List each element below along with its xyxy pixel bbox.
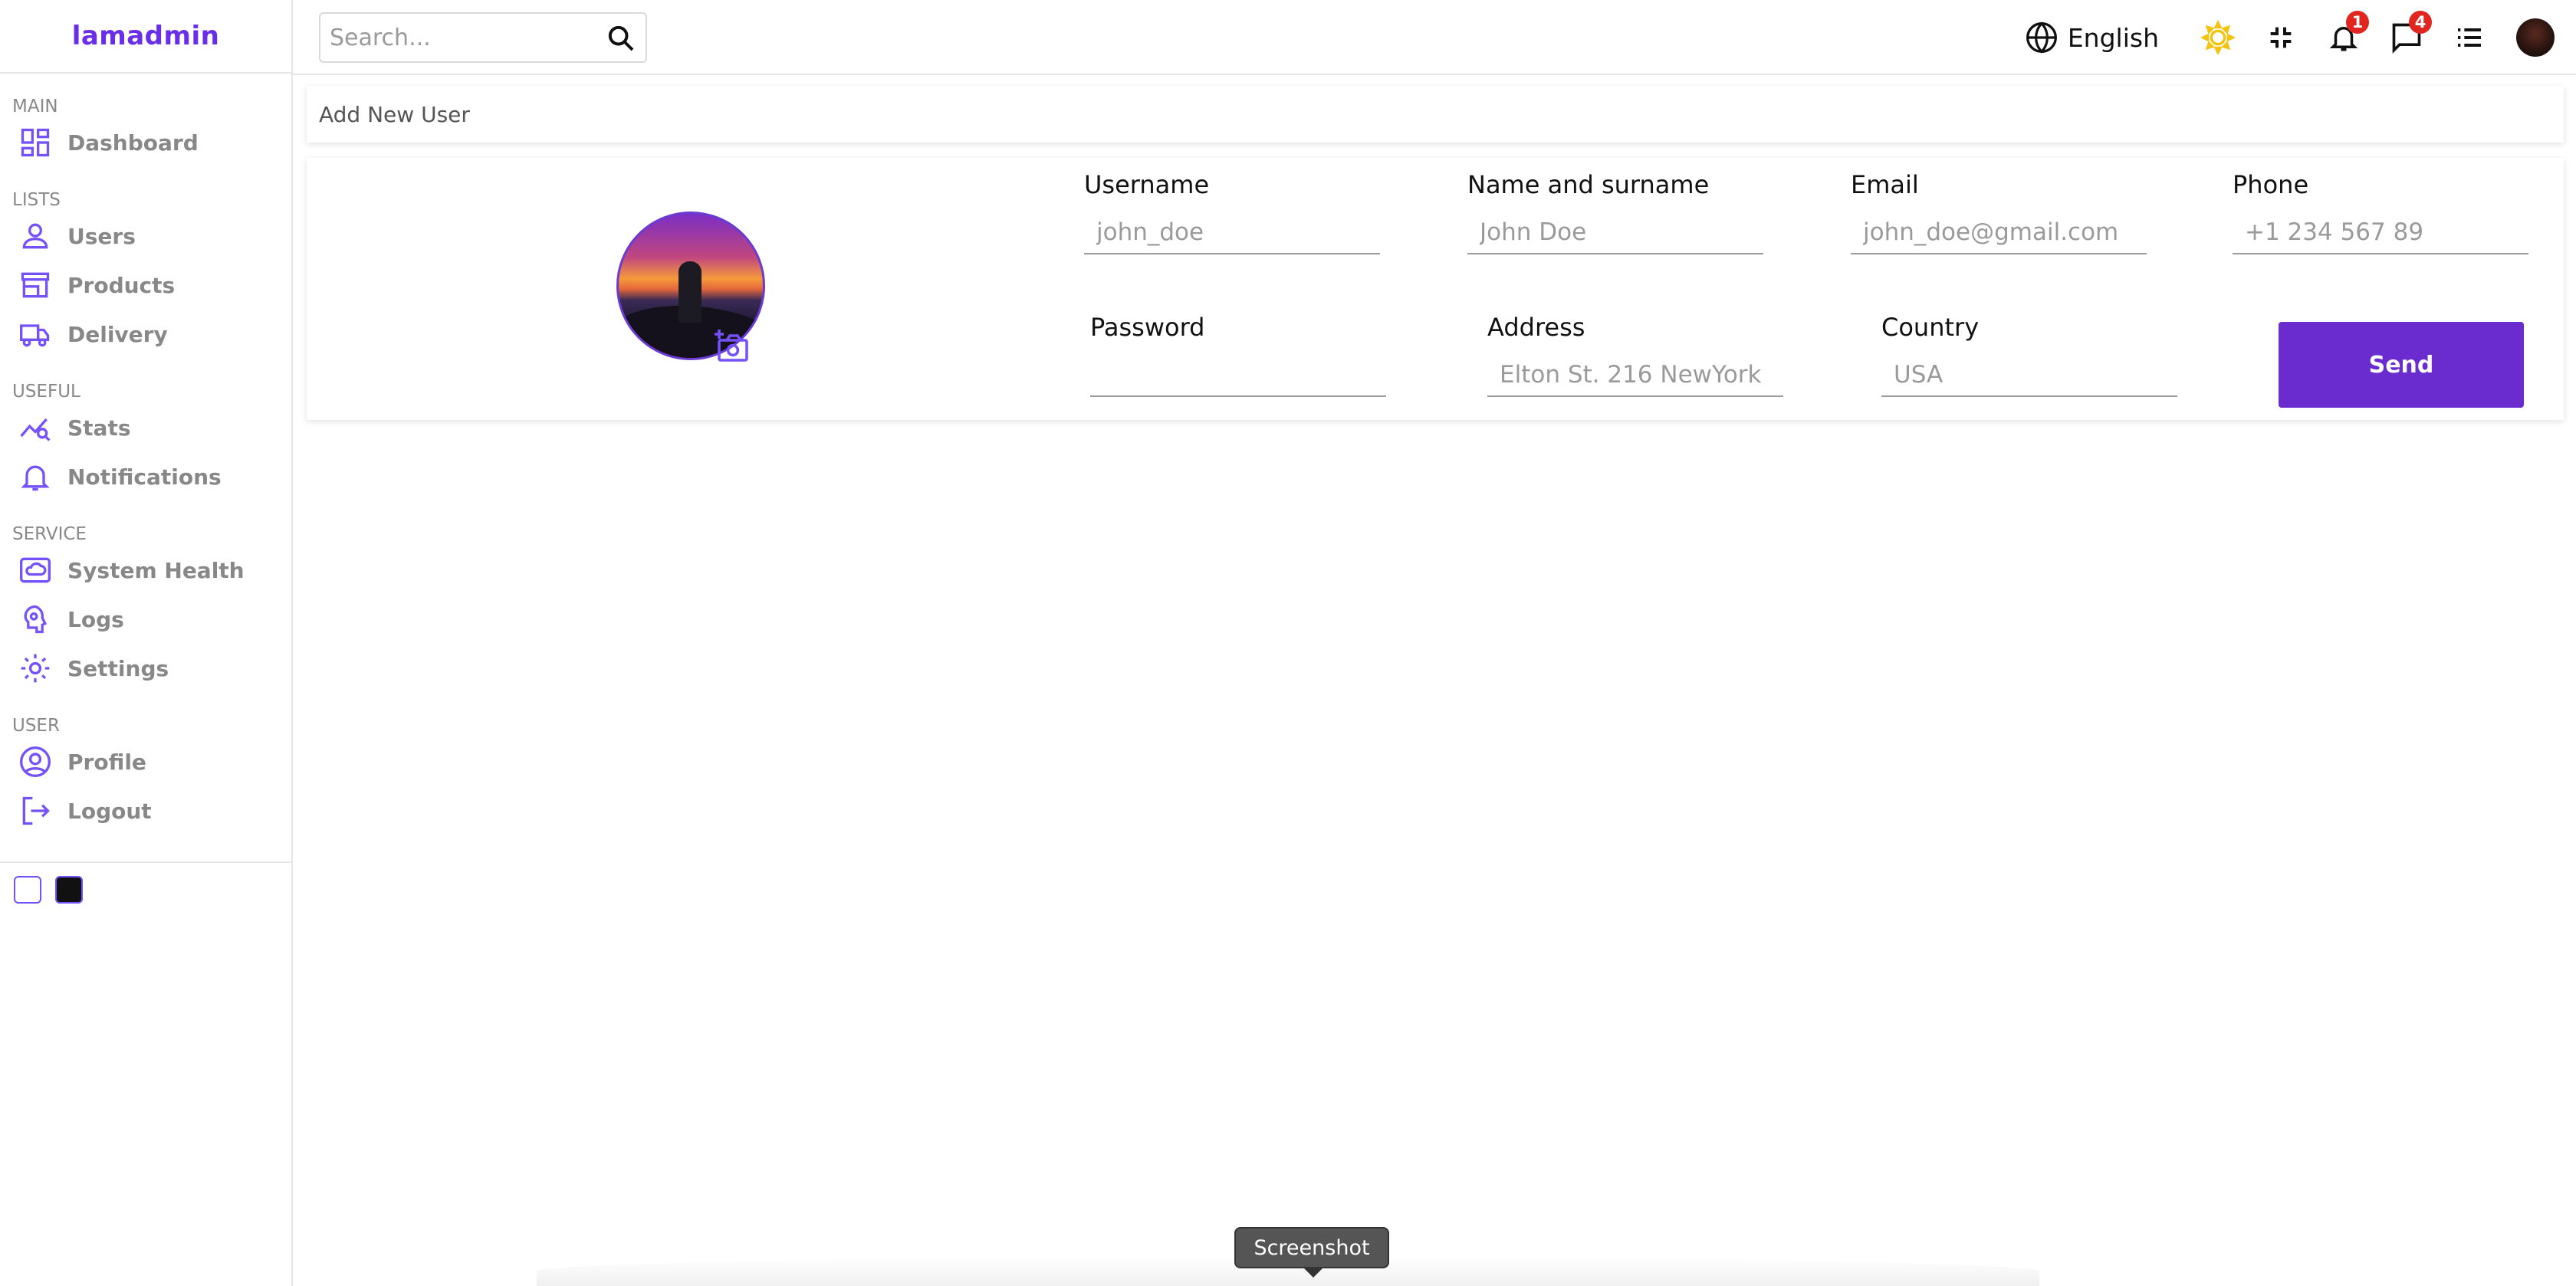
sidebar-item-label: Logout — [67, 798, 152, 824]
email-input[interactable] — [1851, 212, 2147, 254]
topbar-icons: English 1 4 — [2025, 0, 2576, 75]
add-photo-icon[interactable] — [713, 326, 750, 363]
notifications-badge: 1 — [2346, 11, 2369, 34]
name-surname-label: Name and surname — [1467, 170, 1710, 199]
logout-icon — [22, 796, 50, 825]
sidebar-item-label: Settings — [67, 655, 169, 681]
topbar: English 1 4 — [293, 0, 2576, 75]
search-icon[interactable] — [606, 23, 636, 57]
theme-switcher — [0, 861, 291, 917]
phone-label: Phone — [2233, 170, 2309, 199]
avatar[interactable] — [2516, 18, 2555, 57]
password-field: Password — [1090, 313, 1386, 397]
messages-button[interactable]: 4 — [2389, 11, 2432, 55]
fullscreen-exit-button[interactable] — [2263, 20, 2298, 55]
sun-icon — [2200, 20, 2236, 55]
sidebar-item-profile[interactable]: Profile — [0, 737, 291, 786]
phone-input[interactable] — [2233, 212, 2528, 254]
section-title-lists: LISTS — [12, 190, 61, 210]
sidebar-item-label: Users — [67, 223, 136, 249]
theme-toggle[interactable] — [2200, 20, 2236, 55]
phone-field: Phone — [2233, 170, 2528, 254]
dashboard-icon — [21, 128, 50, 157]
brain-icon — [24, 605, 48, 634]
username-label: Username — [1084, 170, 1210, 199]
address-input[interactable] — [1487, 354, 1783, 397]
country-field: Country — [1881, 313, 2177, 397]
truck-icon — [20, 324, 50, 347]
section-title-useful: USEFUL — [12, 382, 80, 402]
country-label: Country — [1881, 313, 1980, 342]
sidebar-item-delivery[interactable]: Delivery — [0, 310, 291, 359]
sidebar-item-system-health[interactable]: System Health — [0, 546, 291, 595]
email-field: Email — [1851, 170, 2147, 254]
sidebar-item-dashboard[interactable]: Dashboard — [0, 118, 291, 167]
person-icon — [22, 223, 48, 249]
language-selector[interactable]: English — [2025, 21, 2159, 54]
sidebar-item-label: Logs — [67, 606, 124, 632]
fullscreen-exit-icon — [2270, 27, 2292, 48]
search-input[interactable] — [328, 23, 592, 52]
sidebar-item-notifications[interactable]: Notifications — [0, 452, 291, 501]
account-circle-icon — [20, 746, 51, 777]
cloud-icon — [20, 557, 51, 583]
page-title-card: Add New User — [307, 86, 2564, 143]
sidebar-item-logs[interactable]: Logs — [0, 595, 291, 644]
logo[interactable]: lamadmin — [0, 0, 291, 74]
username-input[interactable] — [1084, 212, 1380, 254]
section-title-user: USER — [12, 716, 60, 736]
sidebar-item-stats[interactable]: Stats — [0, 403, 291, 452]
sidebar-item-settings[interactable]: Settings — [0, 644, 291, 693]
sidebar-item-label: System Health — [67, 557, 245, 583]
name-surname-input[interactable] — [1467, 212, 1763, 254]
country-input[interactable] — [1881, 354, 2177, 397]
username-field: Username — [1084, 170, 1380, 254]
name-surname-field: Name and surname — [1467, 170, 1763, 254]
sidebar-item-users[interactable]: Users — [0, 212, 291, 261]
sidebar-item-logout[interactable]: Logout — [0, 786, 291, 835]
notifications-button[interactable]: 1 — [2326, 11, 2369, 55]
search-box — [319, 12, 647, 63]
globe-icon — [2026, 21, 2057, 54]
send-button[interactable]: Send — [2279, 322, 2524, 408]
sidebar-item-label: Dashboard — [67, 130, 199, 156]
section-title-main: MAIN — [12, 97, 58, 116]
screenshot-tooltip: Screenshot — [1234, 1227, 1389, 1278]
email-label: Email — [1851, 170, 1919, 199]
logo-text[interactable]: lamadmin — [72, 21, 220, 51]
password-input[interactable] — [1090, 354, 1386, 397]
dark-theme-option[interactable] — [55, 876, 83, 904]
address-field: Address — [1487, 313, 1783, 397]
photo-person — [678, 261, 702, 323]
stats-icon — [20, 418, 51, 441]
list-menu-button[interactable] — [2452, 20, 2487, 55]
sidebar-item-label: Notifications — [67, 464, 222, 490]
sidebar: lamadmin MAIN Dashboard LISTS Users Prod… — [0, 0, 293, 1286]
address-label: Address — [1487, 313, 1585, 342]
password-label: Password — [1090, 313, 1205, 342]
light-theme-option[interactable] — [14, 876, 41, 904]
list-icon — [2458, 28, 2481, 47]
sidebar-item-label: Products — [67, 272, 176, 298]
language-label: English — [2067, 22, 2159, 53]
bell-icon — [21, 465, 50, 491]
gear-icon — [21, 654, 50, 683]
sidebar-item-label: Profile — [67, 749, 146, 775]
page-title: Add New User — [319, 101, 470, 127]
sidebar-item-label: Stats — [67, 415, 131, 441]
store-icon — [21, 272, 50, 298]
sidebar-item-label: Delivery — [67, 321, 168, 347]
new-user-form: Username Name and surname Email Phone Pa… — [307, 158, 2564, 420]
section-title-service: SERVICE — [12, 524, 87, 544]
messages-badge: 4 — [2409, 11, 2432, 34]
sidebar-item-products[interactable]: Products — [0, 261, 291, 310]
